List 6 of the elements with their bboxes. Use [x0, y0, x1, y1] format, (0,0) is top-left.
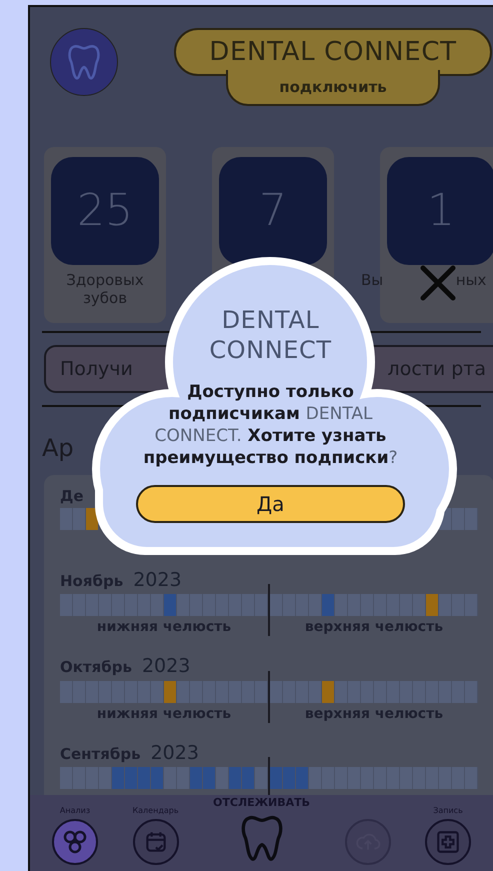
dialog-title: DENTAL CONNECT — [208, 305, 333, 365]
stat-value: 1 — [427, 184, 455, 238]
app-title-pill: DENTAL CONNECT — [174, 28, 492, 76]
stat-value: 25 — [77, 184, 133, 238]
stat-value: 7 — [259, 184, 287, 238]
dialog-message: Доступно только подписчикам DENTAL CONNECT. Хотите узнать преимущество подписки? — [142, 381, 399, 469]
